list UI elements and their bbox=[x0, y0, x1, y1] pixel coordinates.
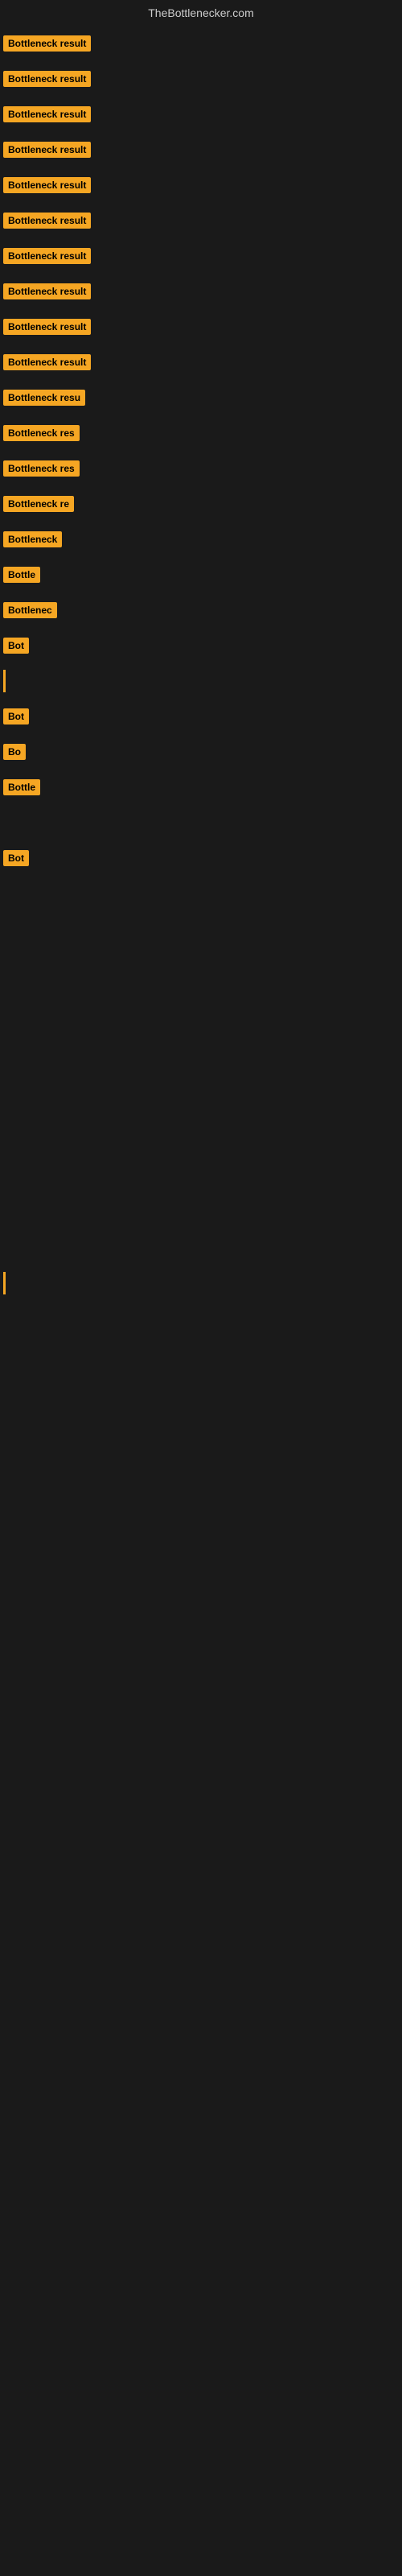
list-item bbox=[0, 911, 402, 947]
list-item bbox=[0, 1159, 402, 1195]
list-item: Bottleneck result bbox=[0, 26, 402, 61]
list-item: Bottlenec bbox=[0, 592, 402, 628]
bottleneck-result-badge[interactable]: Bottleneck result bbox=[3, 213, 91, 229]
site-header: TheBottlenecker.com bbox=[0, 0, 402, 26]
list-item: Bottleneck resu bbox=[0, 380, 402, 415]
bottleneck-result-badge[interactable]: Bottleneck result bbox=[3, 354, 91, 370]
list-item: Bottleneck result bbox=[0, 238, 402, 274]
list-item: Bo bbox=[0, 734, 402, 770]
bottleneck-result-badge[interactable]: Bottleneck result bbox=[3, 106, 91, 122]
vertical-bar-indicator bbox=[3, 670, 6, 692]
bottleneck-result-badge[interactable]: Bottleneck result bbox=[3, 71, 91, 87]
list-item: Bottleneck result bbox=[0, 345, 402, 380]
list-item bbox=[0, 1088, 402, 1124]
list-item bbox=[0, 805, 402, 840]
bottleneck-result-badge[interactable]: Bottleneck res bbox=[3, 425, 80, 441]
list-item: Bottleneck res bbox=[0, 451, 402, 486]
bottleneck-result-badge[interactable]: Bottle bbox=[3, 567, 40, 583]
list-item bbox=[0, 1230, 402, 1265]
list-item bbox=[0, 1124, 402, 1159]
list-item: Bottleneck bbox=[0, 522, 402, 557]
bottleneck-result-badge[interactable]: Bottleneck result bbox=[3, 35, 91, 52]
list-item: Bot bbox=[0, 699, 402, 734]
bottleneck-result-badge[interactable]: Bottleneck result bbox=[3, 319, 91, 335]
bottleneck-result-badge[interactable]: Bot bbox=[3, 850, 29, 866]
list-item: Bottleneck result bbox=[0, 203, 402, 238]
bottleneck-result-badge[interactable]: Bottleneck result bbox=[3, 248, 91, 264]
bottleneck-result-badge[interactable]: Bottleneck result bbox=[3, 283, 91, 299]
list-item: Bot bbox=[0, 840, 402, 876]
bottleneck-result-badge[interactable]: Bottlenec bbox=[3, 602, 57, 618]
list-item bbox=[0, 663, 402, 699]
rows-container: Bottleneck result Bottleneck result Bottle… bbox=[0, 26, 402, 1301]
bottleneck-result-badge[interactable]: Bottleneck res bbox=[3, 460, 80, 477]
list-item: Bottle bbox=[0, 557, 402, 592]
list-item: Bottle bbox=[0, 770, 402, 805]
bottleneck-result-badge[interactable]: Bottleneck re bbox=[3, 496, 74, 512]
list-item: Bottleneck result bbox=[0, 132, 402, 167]
bottleneck-result-badge[interactable]: Bottleneck result bbox=[3, 142, 91, 158]
list-item: Bottleneck re bbox=[0, 486, 402, 522]
list-item: Bottleneck result bbox=[0, 274, 402, 309]
site-title: TheBottlenecker.com bbox=[0, 0, 402, 26]
bottleneck-result-badge[interactable]: Bo bbox=[3, 744, 26, 760]
list-item bbox=[0, 982, 402, 1018]
list-item bbox=[0, 1195, 402, 1230]
bottleneck-result-badge[interactable]: Bot bbox=[3, 638, 29, 654]
bottleneck-result-badge[interactable]: Bottleneck bbox=[3, 531, 62, 547]
list-item bbox=[0, 1265, 402, 1301]
bottleneck-result-badge[interactable]: Bottle bbox=[3, 779, 40, 795]
list-item: Bottleneck res bbox=[0, 415, 402, 451]
list-item: Bottleneck result bbox=[0, 61, 402, 97]
bottleneck-result-badge[interactable]: Bottleneck resu bbox=[3, 390, 85, 406]
vertical-bar-indicator bbox=[3, 1272, 6, 1294]
list-item: Bot bbox=[0, 628, 402, 663]
list-item bbox=[0, 947, 402, 982]
list-item: Bottleneck result bbox=[0, 309, 402, 345]
bottleneck-result-badge[interactable]: Bot bbox=[3, 708, 29, 724]
list-item: Bottleneck result bbox=[0, 97, 402, 132]
list-item bbox=[0, 1053, 402, 1088]
bottleneck-result-badge[interactable]: Bottleneck result bbox=[3, 177, 91, 193]
list-item bbox=[0, 876, 402, 911]
list-item bbox=[0, 1018, 402, 1053]
list-item: Bottleneck result bbox=[0, 167, 402, 203]
